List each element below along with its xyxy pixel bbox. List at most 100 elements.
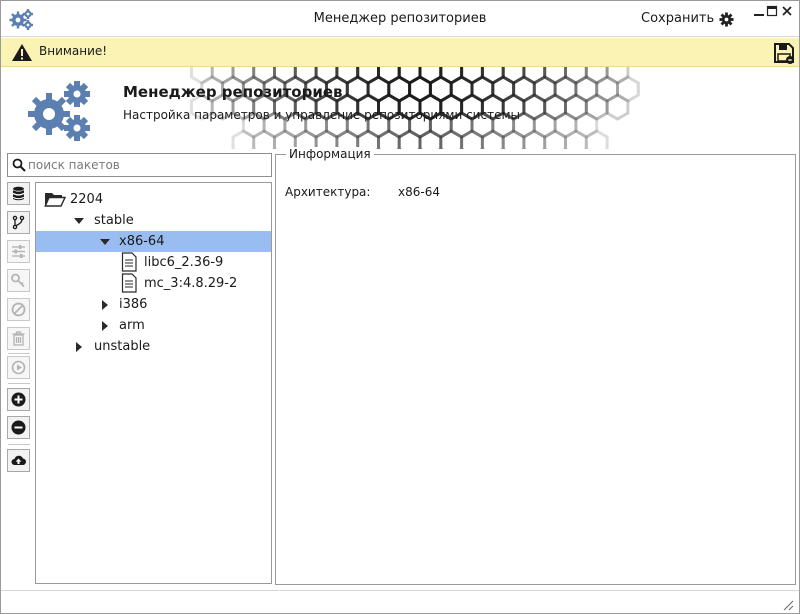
trash-icon (12, 331, 25, 346)
hexagon-cell (480, 67, 505, 85)
settings-button[interactable] (7, 240, 30, 263)
ban-icon (11, 302, 26, 317)
hexagon-cell (584, 129, 609, 149)
chevron-down-icon[interactable] (74, 216, 84, 226)
tree-item-label: stable (94, 213, 134, 228)
tree-item-label: mc_3:4.8.29-2 (144, 276, 238, 291)
minimize-icon[interactable] (753, 5, 765, 17)
info-value: x86-64 (398, 185, 440, 199)
tree-item-root[interactable]: 2204 (36, 189, 271, 210)
title-bar: Менеджер репозиториев Сохранить (1, 1, 799, 37)
chevron-down-icon[interactable] (100, 237, 110, 247)
hexagon-cell (273, 67, 297, 85)
hexagon-cell (605, 67, 630, 85)
main-window: Менеджер репозиториев Сохранить Внимание… (0, 0, 800, 614)
info-key: Архитектура: (285, 185, 371, 199)
warning-bar: Внимание! (1, 38, 799, 67)
hexagon-cell (231, 129, 256, 149)
hexagon-cell (564, 129, 588, 149)
search-input[interactable] (28, 155, 268, 175)
database-button[interactable] (7, 182, 30, 205)
tree-item-label: arm (119, 318, 145, 333)
header-title: Менеджер репозиториев (123, 83, 343, 101)
hexagon-cell (377, 67, 401, 85)
plus-icon (11, 392, 26, 407)
hexagon-cell (439, 129, 464, 149)
hexagon-cell (189, 67, 214, 85)
tree-item-i386[interactable]: i386 (36, 294, 271, 315)
save-button[interactable]: Сохранить (641, 11, 714, 26)
delete-button[interactable] (7, 327, 30, 350)
tree-item-unstable[interactable]: unstable (36, 336, 271, 357)
maximize-icon[interactable] (766, 5, 778, 17)
key-button[interactable] (7, 269, 30, 292)
chevron-right-icon[interactable] (74, 342, 84, 352)
gears-icon (28, 81, 90, 141)
floppy-disk-icon[interactable] (773, 42, 795, 64)
file-icon (121, 252, 137, 272)
header-banner: Менеджер репозиториев Настройка параметр… (1, 67, 799, 149)
tree-item-label: unstable (94, 339, 151, 354)
hexagon-cell (356, 67, 380, 85)
tree-item-libc6[interactable]: libc6_2.36-9 (36, 252, 271, 273)
hexagon-cell (335, 67, 360, 85)
hexagon-cell (460, 67, 484, 85)
gear-icon[interactable] (719, 12, 734, 27)
tree-item-mc[interactable]: mc_3:4.8.29-2 (36, 273, 271, 294)
hexagon-cell (418, 67, 443, 85)
hexagon-cell (397, 129, 422, 149)
cloud-upload-icon (11, 455, 26, 466)
status-bar (1, 590, 799, 613)
hexagon-cell (252, 129, 276, 149)
hexagon-cell (543, 67, 567, 85)
folder-open-icon (44, 193, 66, 207)
close-icon[interactable] (781, 5, 793, 17)
key-icon (11, 273, 25, 288)
run-button[interactable] (7, 356, 30, 379)
sliders-icon (12, 245, 25, 258)
disable-button[interactable] (7, 298, 30, 321)
tree-item-x86-64[interactable]: x86-64 (36, 231, 271, 252)
info-panel-title: Информация (286, 147, 374, 161)
hexagon-cell (543, 129, 567, 149)
hexagon-cell (397, 67, 422, 85)
hexagon-cell (501, 67, 526, 85)
hexagon-cell (522, 129, 547, 149)
hexagon-cell (293, 67, 318, 85)
warning-text: Внимание! (39, 44, 108, 58)
hexagon-cell (439, 67, 464, 85)
upload-button[interactable] (7, 449, 30, 472)
hexagon-cell (480, 129, 505, 149)
tree-item-label: i386 (119, 297, 148, 312)
tree-item-stable[interactable]: stable (36, 210, 271, 231)
toolbar-separator (8, 444, 30, 445)
tree-item-label: x86-64 (119, 234, 165, 249)
hexagon-cell (584, 67, 609, 85)
info-panel: Информация Архитектура: x86-64 (275, 147, 796, 585)
chevron-right-icon[interactable] (100, 321, 110, 331)
hexagon-cell (605, 93, 630, 121)
hexagon-cell (252, 67, 276, 85)
hexagon-cell (564, 67, 588, 85)
hexagon-cell (314, 67, 339, 85)
file-icon (121, 273, 137, 293)
toolbar-separator (8, 383, 30, 384)
hexagon-cell (231, 67, 256, 85)
remove-button[interactable] (7, 416, 30, 439)
add-button[interactable] (7, 388, 30, 411)
database-icon (13, 186, 24, 201)
tree-item-label: libc6_2.36-9 (144, 255, 224, 270)
header-subtitle: Настройка параметров и управление репози… (123, 108, 520, 122)
hexagon-cell (210, 67, 235, 85)
search-icon (12, 158, 26, 172)
hexagon-cell (522, 67, 547, 85)
chevron-right-icon[interactable] (100, 300, 110, 310)
branch-button[interactable] (7, 211, 30, 234)
tree-item-label: 2204 (70, 192, 104, 207)
minus-icon (11, 420, 26, 435)
resize-grip-icon[interactable] (782, 599, 794, 611)
hexagon-cell (501, 129, 526, 149)
toolbar-separator (8, 353, 30, 354)
tree-item-arm[interactable]: arm (36, 315, 271, 336)
repository-tree[interactable]: 2204 stable x86-64 libc6_2.36-9 mc_3:4.8… (35, 182, 272, 584)
